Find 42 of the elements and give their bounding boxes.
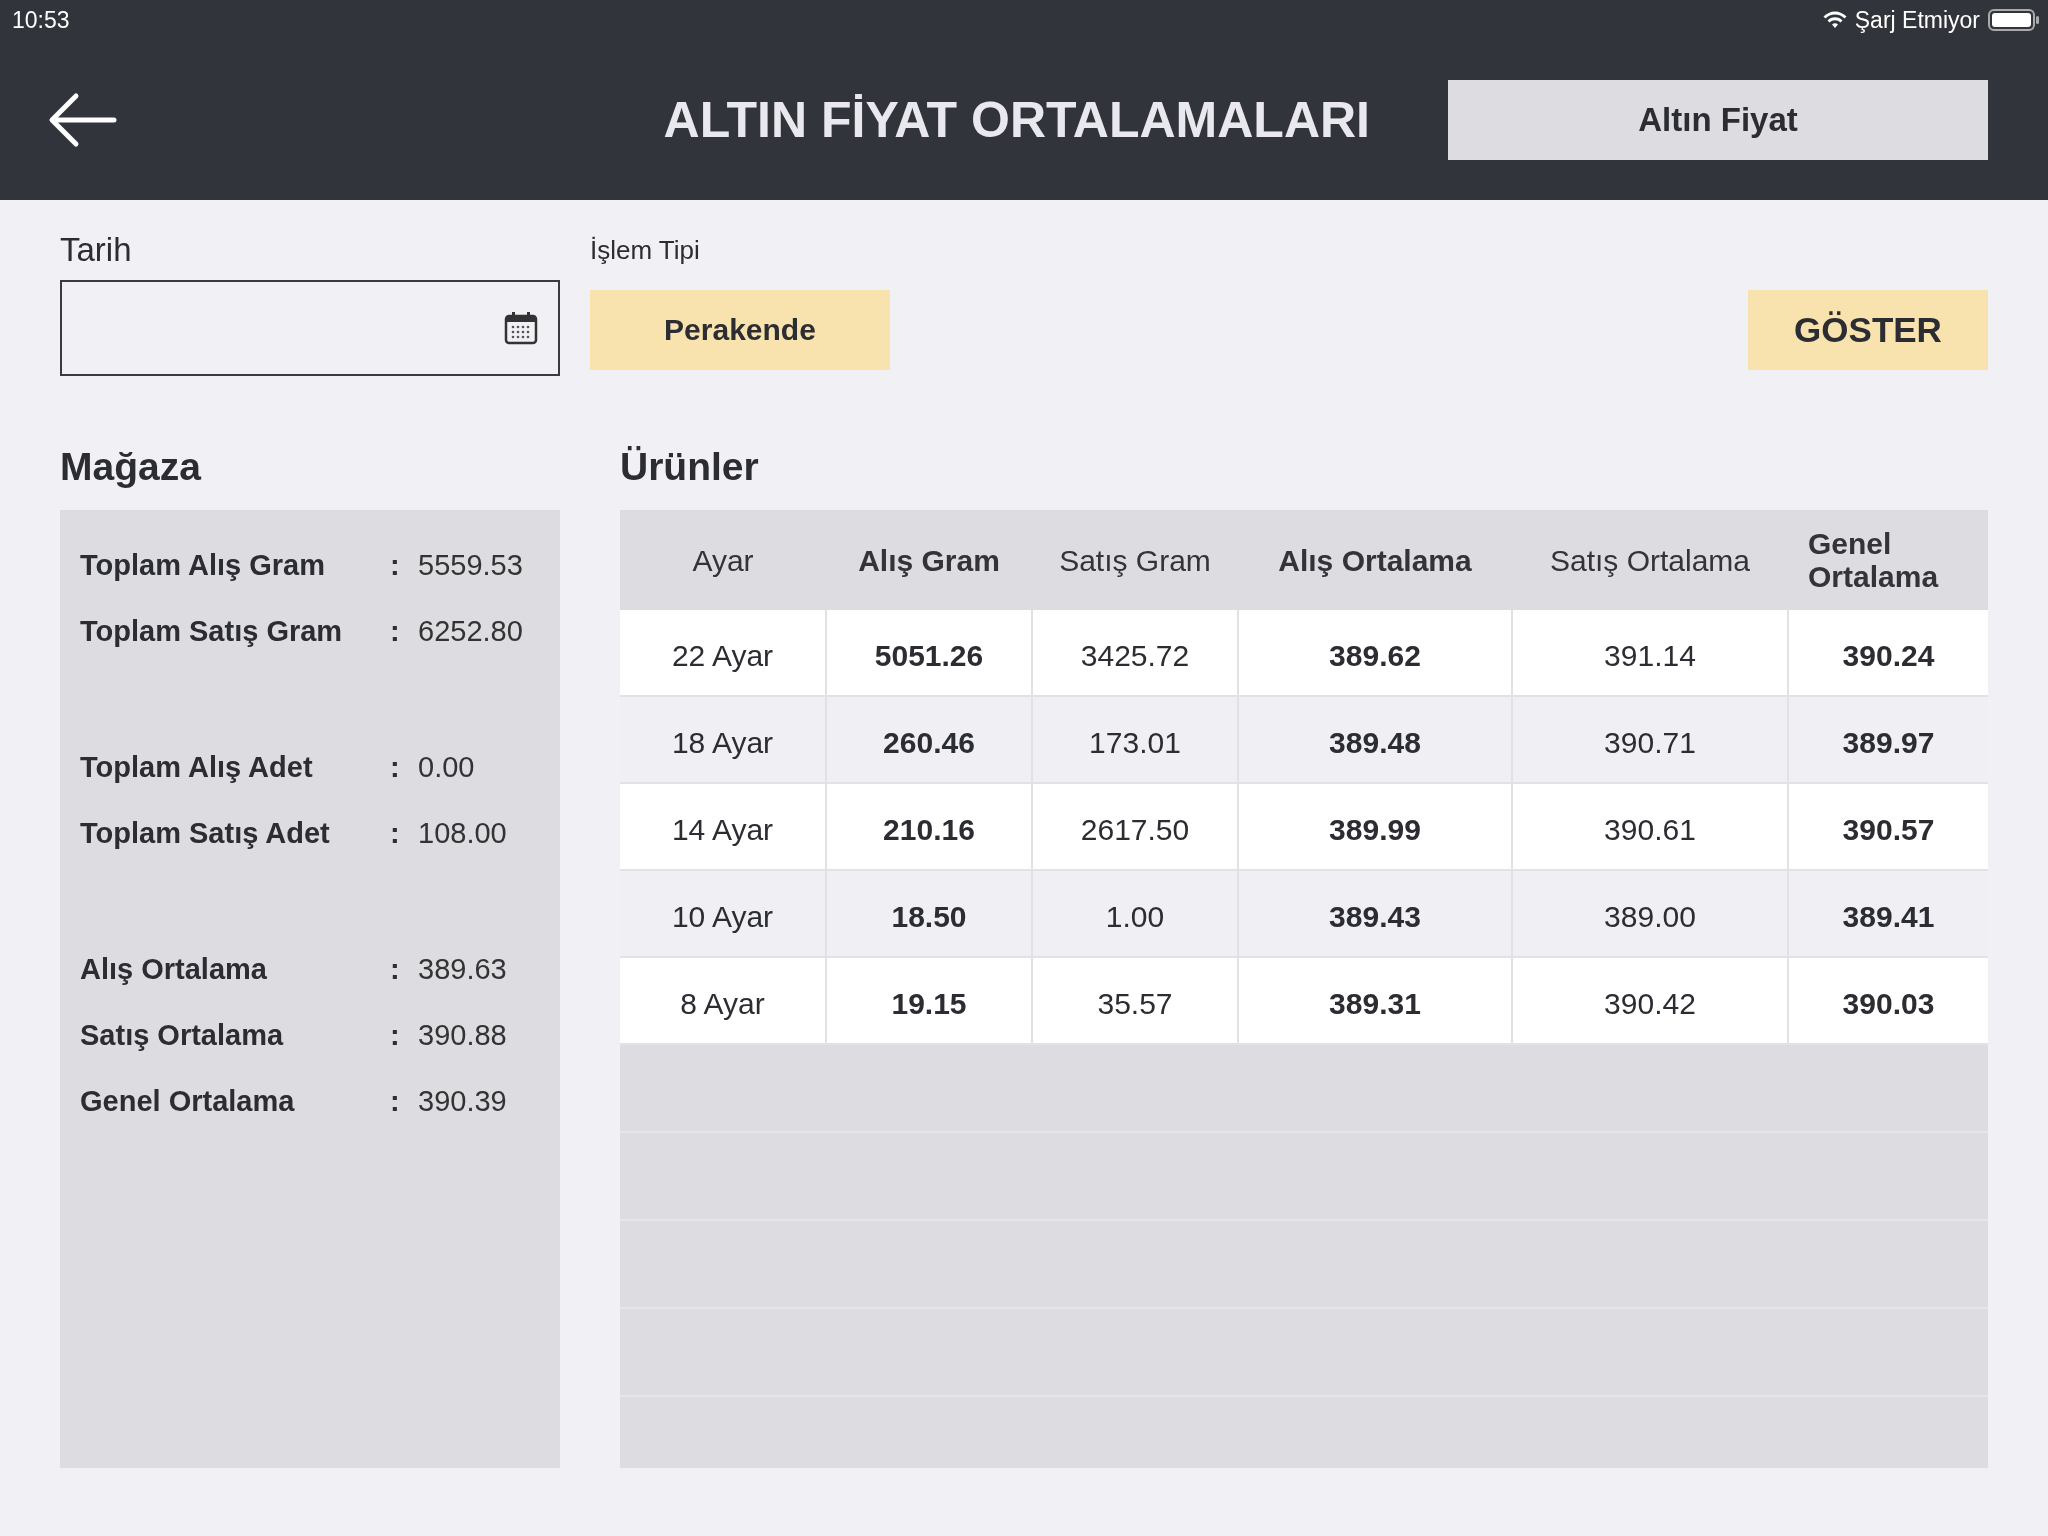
summary-label: Toplam Alış Adet [80, 750, 314, 784]
separator-colon: : [390, 1018, 401, 1052]
separator-colon: : [390, 1084, 401, 1118]
summary-value: 390.88 [418, 1018, 507, 1052]
summary-value: 5559.53 [418, 548, 523, 582]
store-heading: Mağaza [60, 444, 203, 490]
column-header: Genel Ortalama [1788, 510, 1988, 610]
column-header: Satış Gram [1032, 510, 1238, 610]
column-header: Ayar [620, 510, 826, 610]
summary-value: 108.00 [418, 816, 507, 850]
page-title: ALTIN FİYAT ORTALAMALARI [662, 91, 1371, 149]
back-arrow-icon[interactable] [48, 92, 118, 148]
status-time: 10:53 [12, 6, 70, 34]
summary-label: Toplam Alış Gram [80, 548, 326, 582]
charging-status: Şarj Etmiyor [1854, 6, 1980, 34]
separator-colon: : [390, 952, 401, 986]
show-button[interactable]: GÖSTER [1748, 290, 1988, 370]
separator-colon: : [390, 614, 401, 648]
separator-colon: : [390, 548, 401, 582]
summary-label: Genel Ortalama [80, 1084, 296, 1118]
summary-label: Satış Ortalama [80, 1018, 285, 1052]
column-header: Alış Ortalama [1238, 510, 1512, 610]
battery-icon [1988, 9, 2040, 31]
summary-value: 390.39 [418, 1084, 507, 1118]
price-list-button[interactable]: Altın Fiyat [1448, 80, 1988, 160]
date-field[interactable] [60, 280, 560, 376]
summary-label: Alış Ortalama [80, 952, 268, 986]
summary-label: Toplam Satış Adet [80, 816, 331, 850]
products-heading: Ürünler [620, 444, 760, 490]
column-header: Satış Ortalama [1512, 510, 1788, 610]
separator-colon: : [390, 750, 401, 784]
transaction-type-button[interactable]: Perakende [590, 290, 890, 370]
wifi-icon [1822, 11, 1847, 29]
calendar-icon[interactable] [504, 311, 538, 345]
transaction-type-label: İşlem Tipi [590, 234, 701, 267]
summary-value: 6252.80 [418, 614, 523, 648]
separator-colon: : [390, 816, 401, 850]
summary-value: 389.63 [418, 952, 507, 986]
summary-label: Toplam Satış Gram [80, 614, 344, 648]
date-label: Tarih [60, 230, 133, 270]
column-header: Alış Gram [826, 510, 1032, 610]
summary-value: 0.00 [418, 750, 475, 784]
